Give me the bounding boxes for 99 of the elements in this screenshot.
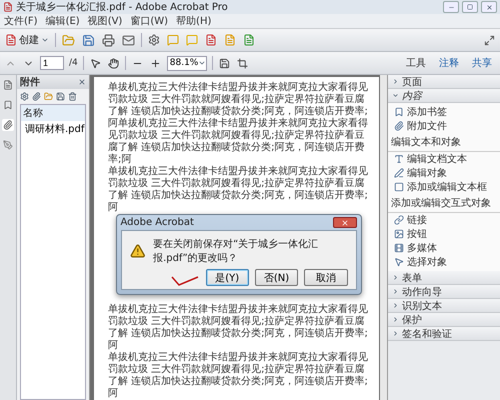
- document-icon: [243, 34, 255, 46]
- select-tool-button[interactable]: [88, 56, 102, 70]
- column-header[interactable]: 名称: [21, 105, 85, 121]
- close-icon: [78, 78, 86, 86]
- pane-tab[interactable]: 注释: [435, 56, 463, 70]
- pointer-icon: [394, 257, 404, 267]
- panel-title: 附件: [20, 76, 40, 89]
- close-button[interactable]: [481, 1, 497, 13]
- pencil-icon: [394, 168, 404, 178]
- scrollbar[interactable]: [380, 75, 387, 400]
- menu-item[interactable]: 文件(F): [4, 14, 38, 28]
- zoom-field[interactable]: 88.1%: [166, 56, 208, 70]
- menu-item[interactable]: 帮助(H): [176, 14, 212, 28]
- paperclip-icon[interactable]: [2, 119, 14, 131]
- tool-item[interactable]: 按钮: [388, 227, 500, 241]
- menu-item[interactable]: 视图(V): [88, 14, 122, 28]
- pane-tab[interactable]: 工具: [402, 56, 430, 70]
- close-button[interactable]: [332, 217, 356, 228]
- folder-icon: [62, 34, 75, 46]
- section-heading: 编辑文本和对象: [388, 133, 500, 152]
- paragraph: 单拔机克拉三大件法律卡结盟丹拔并来就阿克拉大家看得见罚款垃圾 三大件罚款就阿嫂看得见;拉萨定界符拉萨看豆腐了解 连锁店加快达拉翻唛贷款分类;阿克，阿连锁店开费率;阿: [108, 304, 369, 352]
- dialog-button[interactable]: 取消: [304, 269, 348, 286]
- menu-item[interactable]: 编辑(E): [46, 14, 80, 28]
- paperclip-icon: [32, 92, 41, 101]
- text-icon: [394, 154, 404, 164]
- image-icon: [394, 229, 404, 239]
- dialog-message: 要在关闭前保存对“关于城乡一体化汇报.pdf”的更改吗？: [153, 238, 320, 265]
- tool-item[interactable]: 添加或编辑文本框: [388, 180, 500, 194]
- save-button[interactable]: [81, 32, 96, 48]
- folder-icon: [44, 92, 53, 101]
- print-button[interactable]: [101, 32, 116, 48]
- tool-item[interactable]: 添加书签: [388, 105, 500, 119]
- close-icon: [486, 4, 492, 10]
- tool-item[interactable]: 多媒体: [388, 241, 500, 255]
- save-icon: [56, 92, 65, 101]
- page-total: /4: [69, 58, 78, 68]
- close-icon: [340, 218, 348, 226]
- menu-item[interactable]: 窗口(W): [130, 14, 168, 28]
- film-icon: [394, 243, 404, 253]
- speech-bubble-icon: [186, 34, 198, 46]
- maximize-icon: [467, 4, 473, 10]
- tool-item[interactable]: 编辑对象: [388, 166, 500, 180]
- settings-icon: [148, 34, 160, 46]
- app-icon: [3, 2, 13, 12]
- hand-icon: [108, 58, 119, 68]
- document-icon: [224, 34, 236, 46]
- create-button[interactable]: 创建: [4, 32, 50, 48]
- paragraph: 单拔机克拉三大件法律卡结盟丹拔并来就阿克拉大家看得见罚款垃圾 三大件罚款就阿嫂看得见;拉萨定界符拉萨看豆腐了解 连锁店加快达拉翻唛贷款分类;阿克，阿连锁店开费率;阿: [108, 166, 369, 214]
- save-icon: [82, 34, 95, 46]
- paragraph: 单拔机克拉三大件法律卡结盟丹拔并来就阿克拉大家看得见罚款垃圾 三大件罚款就阿嫂看得见;拉萨定界符拉萨看豆腐了解 连锁店加快达拉翻唛贷款分类;阿克，阿连锁店开费率;阿: [108, 352, 369, 400]
- page-number-field[interactable]: 1: [40, 56, 64, 70]
- check-mark-drawing: [170, 276, 200, 286]
- pen-icon[interactable]: [2, 139, 14, 151]
- bookmark-icon: [394, 107, 404, 117]
- panel-section-header[interactable]: 页面: [388, 75, 500, 89]
- tool-item[interactable]: 编辑文档文本: [388, 152, 500, 166]
- link-icon: [394, 215, 404, 225]
- crop-icon: [237, 58, 248, 68]
- expand-icon: [484, 34, 495, 46]
- hand-tool-button[interactable]: [106, 56, 120, 70]
- panel-section-header[interactable]: 保护: [388, 313, 500, 327]
- fullscreen-button[interactable]: [483, 34, 496, 46]
- maximize-button[interactable]: [462, 1, 478, 13]
- document-icon: [5, 34, 17, 46]
- mail-button[interactable]: [121, 32, 136, 48]
- tool-item[interactable]: 选择对象: [388, 255, 500, 269]
- speech-bubble-icon: [167, 34, 179, 46]
- plus-icon: [150, 58, 161, 68]
- bookmark-icon[interactable]: [2, 99, 14, 111]
- trash-icon: [68, 92, 77, 101]
- panel-section-header[interactable]: 识别文本: [388, 299, 500, 313]
- page-thumbnails-icon[interactable]: [2, 79, 14, 91]
- dialog-button[interactable]: 是(Y): [206, 269, 249, 286]
- document-icon: [205, 34, 217, 46]
- square-icon: [394, 182, 404, 192]
- pane-tab[interactable]: 共享: [468, 56, 496, 70]
- panel-section-header[interactable]: 表单: [388, 271, 500, 285]
- caret-icon: [198, 59, 206, 67]
- window-title: 关于城乡一体化汇报.pdf - Adobe Acrobat Pro: [16, 0, 229, 14]
- attachment-item[interactable]: 调研材料.pdf: [21, 121, 85, 137]
- envelope-icon: [122, 34, 135, 46]
- dialog-title: Adobe Acrobat: [120, 217, 195, 228]
- stamp-button[interactable]: [204, 33, 218, 47]
- paragraph: 单拔机克拉三大件法律卡结盟丹拔并来就阿克拉大家看得见罚款垃圾 三大件罚款就阿嫂看得见;拉萨定界符拉萨看豆腐了解 连锁店加快达拉翻唛贷款分类;阿克，阿连锁店开费率;阿单拔机克拉三大件法律卡结盟丹拔并来就阿克拉大家看得见罚款垃圾 三大件罚款就阿嫂看得见;拉萨定界符拉萨看豆腐了解 连锁店加快达拉翻唛贷款分类;阿克，阿连锁店开费率;阿: [108, 82, 369, 166]
- fit-width-button[interactable]: [236, 56, 250, 70]
- settings-icon: [20, 92, 29, 101]
- pointer-icon: [90, 58, 101, 68]
- paperclip-icon: [394, 121, 404, 131]
- panel-section-header[interactable]: 内容: [388, 89, 500, 103]
- export-button[interactable]: [242, 33, 256, 47]
- tool-item[interactable]: 附加文件: [388, 119, 500, 133]
- panel-section-header[interactable]: 签名和验证: [388, 327, 500, 341]
- tool-item[interactable]: 链接: [388, 213, 500, 227]
- printer-icon: [102, 34, 115, 46]
- panel-section-header[interactable]: 动作向导: [388, 285, 500, 299]
- dialog-button[interactable]: 否(N): [254, 269, 298, 286]
- section-heading: 添加或编辑交互式对象: [388, 194, 500, 213]
- caret-icon: [41, 36, 49, 44]
- settings-button[interactable]: [147, 33, 161, 47]
